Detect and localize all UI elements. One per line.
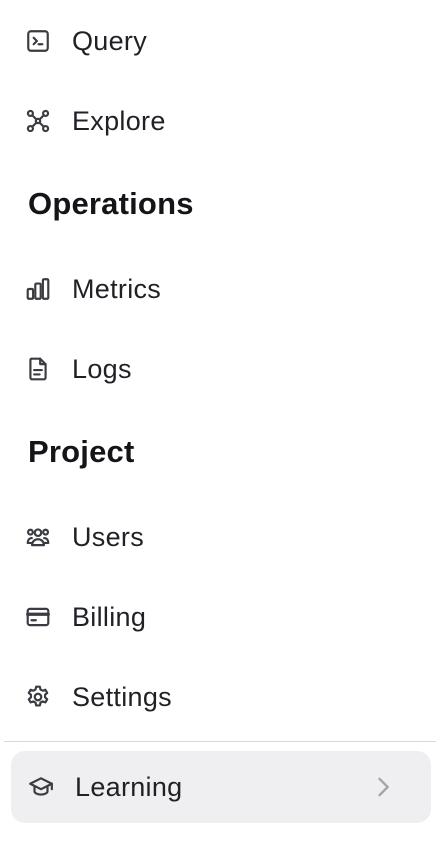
sidebar-nav: Query Explore Operations Metrics Logs Pr… (0, 0, 440, 862)
nav-item-label: Metrics (72, 273, 162, 304)
nav-item-settings[interactable]: Settings (18, 665, 418, 729)
nav-item-explore[interactable]: Explore (18, 89, 418, 153)
nav-item-query[interactable]: Query (18, 9, 418, 73)
nav-item-billing[interactable]: Billing (18, 585, 418, 649)
gear-icon (24, 683, 52, 711)
nav-item-metrics[interactable]: Metrics (18, 257, 418, 321)
section-heading-operations: Operations (28, 186, 194, 221)
divider (4, 741, 436, 742)
nav-item-label: Explore (72, 105, 166, 136)
bar-chart-icon (24, 275, 52, 303)
users-icon (24, 523, 52, 551)
nav-item-label: Settings (72, 681, 172, 712)
nav-item-label: Learning (75, 771, 183, 802)
graph-nodes-icon (24, 107, 52, 135)
nav-item-label: Logs (72, 353, 132, 384)
nav-item-learning[interactable]: Learning (11, 751, 431, 823)
document-icon (24, 355, 52, 383)
nav-item-label: Users (72, 521, 145, 552)
nav-item-logs[interactable]: Logs (18, 337, 418, 401)
credit-card-icon (24, 603, 52, 631)
nav-item-label: Billing (72, 601, 147, 632)
nav-item-users[interactable]: Users (18, 505, 418, 569)
chevron-right-icon (369, 773, 397, 801)
graduation-cap-icon (27, 773, 55, 801)
section-heading-project: Project (28, 434, 135, 469)
nav-item-label: Query (72, 25, 148, 56)
terminal-icon (24, 27, 52, 55)
